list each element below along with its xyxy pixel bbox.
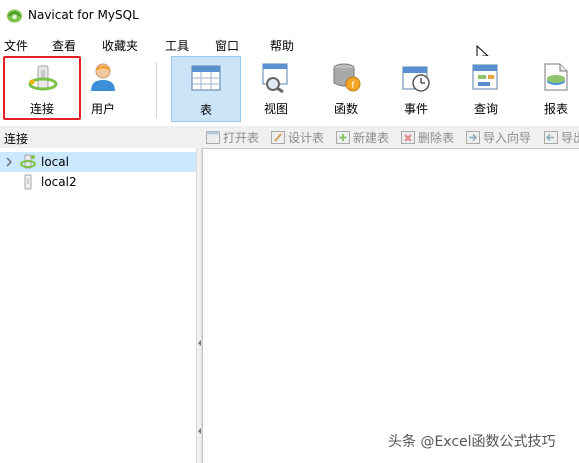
import-wizard-button[interactable]: 导入向导 (466, 129, 531, 145)
report-button-label: 报表 (543, 102, 568, 116)
menu-tools[interactable]: 工具 (165, 37, 189, 54)
design-table-label: 设计表 (288, 131, 325, 145)
navicat-logo-icon (7, 9, 22, 23)
title-bar: Navicat for MySQL (0, 0, 579, 32)
open-table-label: 打开表 (223, 131, 260, 145)
user-icon (91, 63, 115, 91)
delete-table-label: 删除表 (418, 131, 455, 145)
menu-file[interactable]: 文件 (4, 37, 28, 54)
splitter-arrow-icon[interactable] (198, 428, 201, 434)
database-icon (24, 174, 32, 190)
table-button[interactable]: 表 (171, 56, 241, 122)
view-button-label: 视图 (263, 102, 288, 116)
view-icon (262, 63, 288, 93)
menu-help[interactable]: 帮助 (270, 37, 294, 54)
connection-local2[interactable]: local2 (0, 172, 196, 192)
connect-button-label: 连接 (29, 102, 54, 116)
export-wizard-button[interactable]: 导出 (544, 129, 579, 145)
design-table-icon (271, 131, 285, 144)
delete-table-button[interactable]: 删除表 (401, 129, 454, 145)
connection-tree: local local2 (0, 148, 196, 463)
import-wizard-label: 导入向导 (483, 131, 532, 145)
report-icon (544, 63, 568, 91)
menu-window[interactable]: 窗口 (215, 37, 239, 54)
query-icon (472, 64, 498, 90)
new-table-button[interactable]: 新建表 (336, 129, 389, 145)
menu-bar: 文件 查看 收藏夹 工具 窗口 帮助 (0, 32, 579, 56)
connections-header-label: 连接 (4, 132, 29, 146)
menu-favorites[interactable]: 收藏夹 (102, 37, 138, 54)
connect-button[interactable]: 连接 (3, 56, 81, 120)
connected-database-icon (20, 154, 36, 169)
event-button[interactable]: 事件 (385, 56, 447, 122)
connection-icon (28, 65, 58, 91)
window-title: Navicat for MySQL (28, 8, 139, 22)
toolbar-separator (156, 62, 157, 118)
connection-name: local (41, 155, 69, 169)
event-icon (402, 66, 430, 92)
open-table-icon (206, 131, 220, 144)
menu-view[interactable]: 查看 (52, 37, 76, 54)
query-button-label: 查询 (473, 102, 498, 116)
function-icon: f (333, 63, 361, 92)
watermark-text: 头条 @Excel函数公式技巧 (388, 434, 556, 450)
function-button[interactable]: f 函数 (315, 56, 377, 122)
view-button[interactable]: 视图 (245, 56, 307, 122)
connection-name: local2 (41, 175, 77, 189)
expand-arrow-icon[interactable] (4, 156, 14, 168)
object-list-panel[interactable] (202, 148, 579, 463)
new-table-label: 新建表 (353, 131, 390, 145)
delete-table-icon (401, 131, 415, 144)
design-table-button[interactable]: 设计表 (271, 129, 324, 145)
splitter-arrow-icon[interactable] (198, 340, 201, 346)
event-button-label: 事件 (403, 102, 428, 116)
user-button-label: 用户 (90, 102, 115, 116)
table-button-label: 表 (199, 103, 212, 117)
export-wizard-label: 导出 (561, 131, 579, 145)
open-table-button[interactable]: 打开表 (206, 129, 259, 145)
main-toolbar: 连接 用户 表 视图 f 函数 事件 查询 报表 (0, 56, 579, 124)
import-wizard-icon (466, 131, 480, 144)
new-table-icon (336, 131, 350, 144)
report-button[interactable]: 报表 (525, 56, 579, 122)
object-toolbar: 打开表 设计表 新建表 删除表 导入向导 导出 (200, 126, 579, 148)
function-button-label: 函数 (333, 102, 358, 116)
connections-panel-header: 连接 (0, 126, 200, 148)
table-icon (191, 65, 221, 91)
connection-local[interactable]: local (0, 152, 196, 172)
query-button[interactable]: 查询 (455, 56, 517, 122)
export-wizard-icon (544, 131, 558, 144)
user-button[interactable]: 用户 (72, 56, 134, 122)
